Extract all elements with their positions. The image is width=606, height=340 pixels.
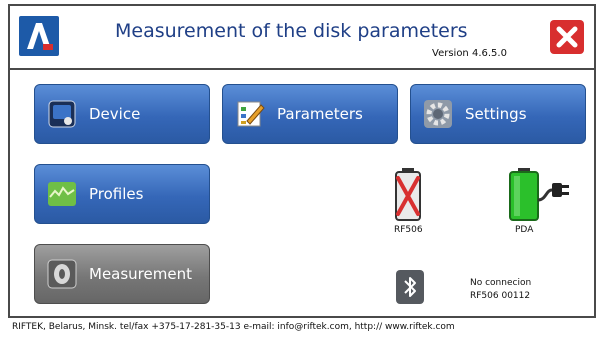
parameters-button[interactable]: Parameters (222, 84, 398, 144)
settings-button[interactable]: Settings (410, 84, 586, 144)
parameters-icon (235, 99, 265, 129)
device-icon (47, 99, 77, 129)
profiles-icon (47, 179, 77, 209)
bluetooth-status-line1: No connecion (470, 278, 532, 288)
header: Measurement of the disk parameters Versi… (10, 6, 594, 70)
bluetooth-status-line2: RF506 00112 (470, 291, 531, 301)
battery-disconnected-icon (395, 168, 421, 221)
measurement-icon (47, 259, 77, 289)
page-title: Measurement of the disk parameters (115, 20, 468, 42)
measurement-button[interactable]: Measurement (34, 244, 210, 304)
close-icon (556, 26, 578, 48)
parameters-button-label: Parameters (277, 105, 363, 123)
pda-status-indicator (506, 166, 572, 222)
footer-contact-info: RIFTEK, Belarus, Minsk. tel/fax +375-17-… (12, 322, 455, 332)
settings-gear-icon (423, 99, 453, 129)
sensor-status-indicator (390, 166, 426, 222)
app-logo-icon (19, 16, 59, 56)
battery-charging-icon (509, 168, 569, 221)
profiles-button-label: Profiles (89, 185, 144, 203)
device-button-label: Device (89, 105, 141, 123)
version-label: Version 4.6.5.0 (432, 48, 507, 59)
pda-status-label: PDA (515, 225, 534, 235)
main-window: Measurement of the disk parameters Versi… (8, 4, 596, 318)
measurement-button-label: Measurement (89, 265, 192, 283)
bluetooth-icon (404, 277, 416, 297)
profiles-button[interactable]: Profiles (34, 164, 210, 224)
close-button[interactable] (550, 20, 584, 54)
settings-button-label: Settings (465, 105, 527, 123)
device-button[interactable]: Device (34, 84, 210, 144)
bluetooth-button[interactable] (396, 270, 424, 304)
sensor-status-label: RF506 (394, 225, 423, 235)
